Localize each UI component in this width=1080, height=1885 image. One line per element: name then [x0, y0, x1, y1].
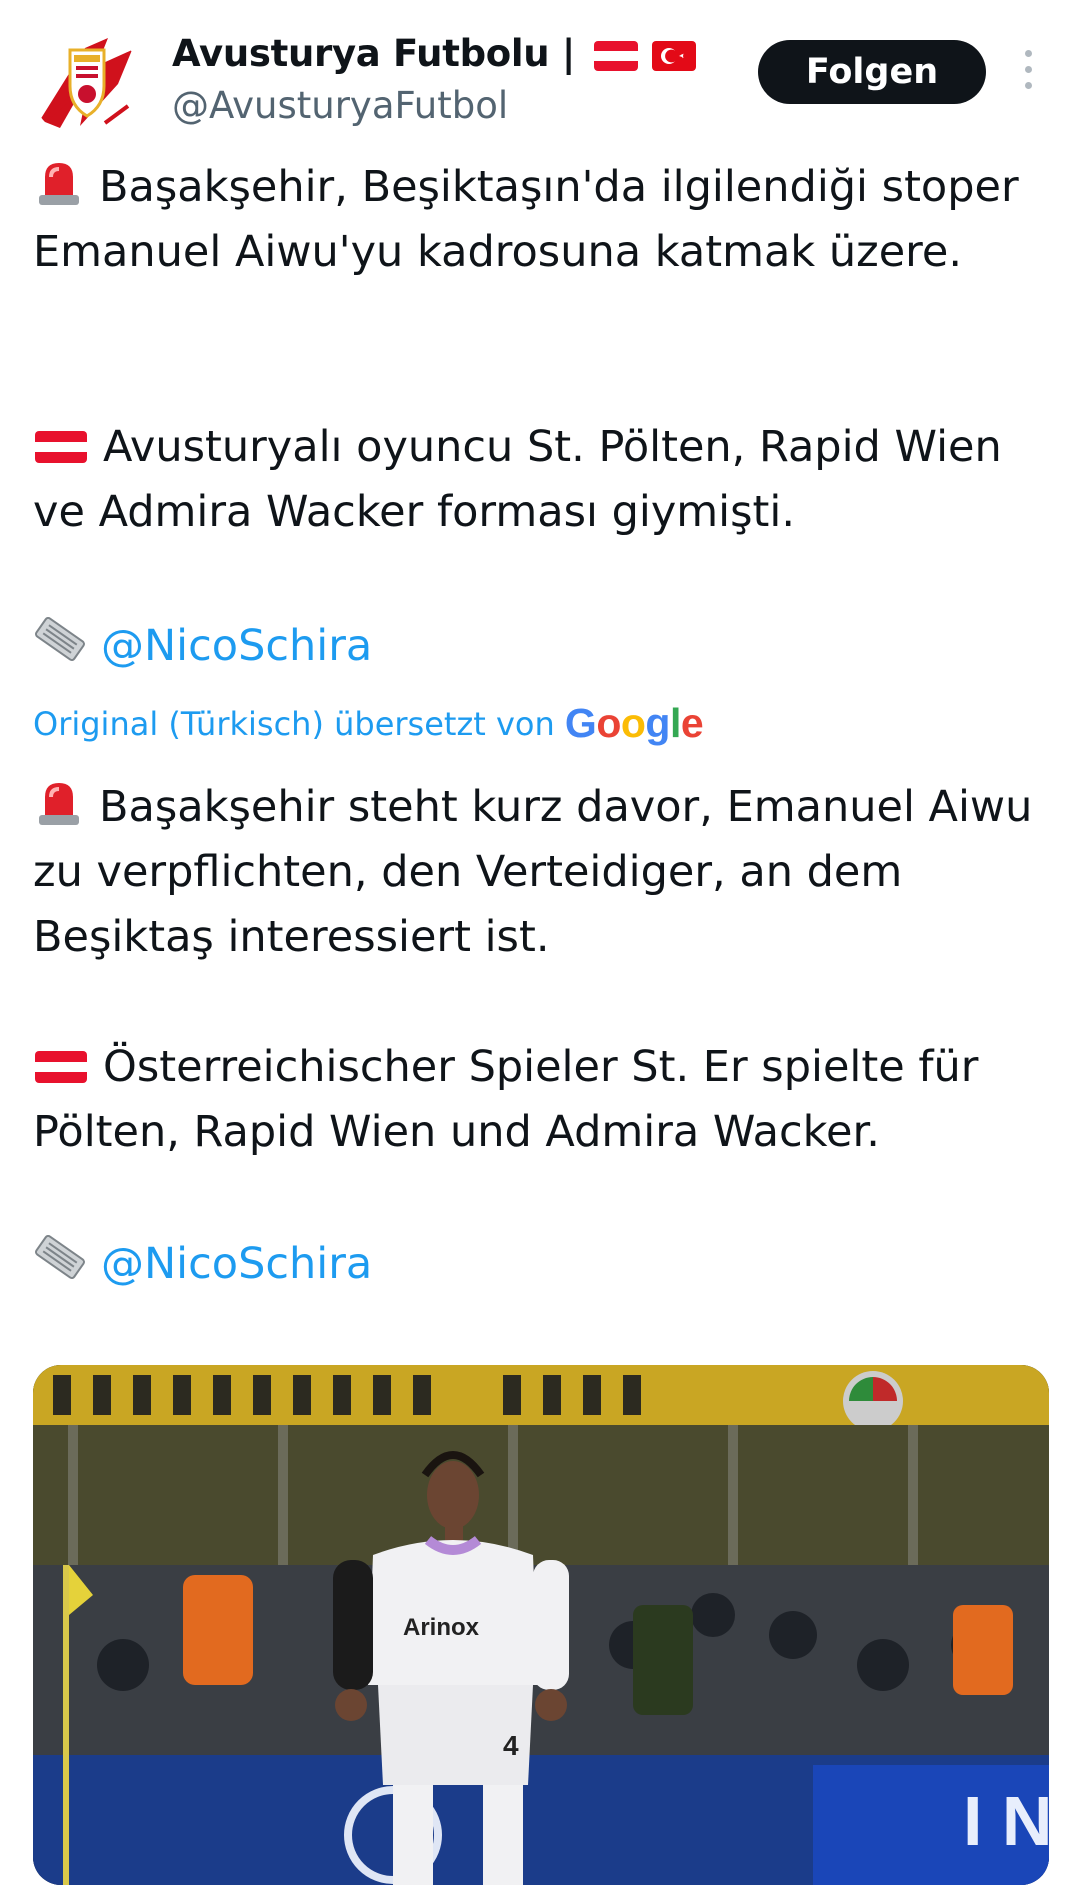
display-name[interactable]: Avusturya Futbolu | — [172, 32, 697, 75]
translated-paragraph-2: Österreichischer Spieler St. Er spielte … — [33, 1035, 1053, 1165]
svg-text:I N: I N — [963, 1782, 1049, 1860]
display-name-text: Avusturya Futbolu | — [172, 32, 576, 75]
tweet-header: Avusturya Futbolu | @AvusturyaFutbol Fol… — [0, 0, 1080, 140]
turkey-flag-icon — [652, 40, 697, 71]
austria-flag-icon — [593, 40, 638, 71]
sponsor-text: Arinox — [403, 1614, 480, 1641]
translated-source-line: @NicoSchira — [33, 1230, 1053, 1297]
original-text-2: Avusturyalı oyuncu St. Pölten, Rapid Wie… — [33, 422, 1002, 537]
stadium-photo: I N Arinox 4 — [33, 1365, 1049, 1885]
google-logo: Google — [564, 700, 704, 746]
shirt-number: 4 — [503, 1730, 519, 1761]
avatar[interactable] — [30, 28, 142, 140]
original-text-1: Başakşehir, Beşiktaşın'da ilgilendiği st… — [33, 162, 1019, 277]
rotating-light-icon — [39, 783, 79, 825]
original-paragraph-1: Başakşehir, Beşiktaşın'da ilgilendiği st… — [33, 155, 1053, 285]
user-handle[interactable]: @AvusturyaFutbol — [172, 84, 508, 127]
newspaper-icon — [35, 1234, 85, 1280]
newspaper-icon — [35, 616, 85, 662]
translated-paragraph-1: Başakşehir steht kurz davor, Emanuel Aiw… — [33, 775, 1053, 970]
austria-flag-icon — [35, 431, 87, 463]
rotating-light-icon — [39, 163, 79, 205]
bundesliga-logo-icon — [30, 28, 142, 140]
follow-button[interactable]: Folgen — [758, 40, 986, 104]
more-options-icon[interactable] — [1018, 50, 1038, 94]
translated-text-1: Başakşehir steht kurz davor, Emanuel Aiw… — [33, 782, 1033, 962]
mention-link[interactable]: @NicoSchira — [101, 1239, 372, 1289]
mention-link[interactable]: @NicoSchira — [101, 621, 372, 671]
tweet-media-photo[interactable]: I N Arinox 4 — [33, 1365, 1049, 1885]
translation-note-text: Original (Türkisch) übersetzt von — [33, 705, 555, 743]
original-source-line: @NicoSchira — [33, 612, 1053, 679]
translated-text-2: Österreichischer Spieler St. Er spielte … — [33, 1042, 979, 1157]
austria-flag-icon — [35, 1051, 87, 1083]
translation-note[interactable]: Original (Türkisch) übersetzt von Google — [33, 700, 704, 747]
original-paragraph-2: Avusturyalı oyuncu St. Pölten, Rapid Wie… — [33, 415, 1053, 545]
